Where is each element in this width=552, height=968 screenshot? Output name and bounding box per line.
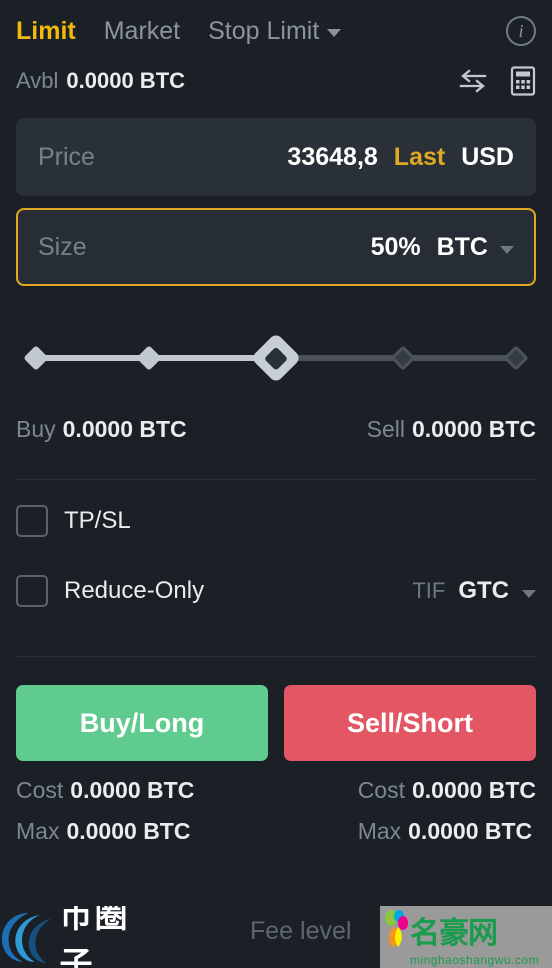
buy-amount-label: Buy — [16, 416, 56, 442]
price-currency: USD — [461, 142, 514, 171]
size-input-field[interactable]: Size 50% BTC — [16, 208, 536, 286]
available-balance-row: Avbl 0.0000 BTC — [16, 56, 536, 106]
tif-value: GTC — [458, 577, 509, 604]
buy-long-button[interactable]: Buy/Long — [16, 685, 268, 761]
slider-mark-75[interactable] — [390, 345, 416, 371]
colorful-leaf-icon — [385, 909, 408, 948]
watermark-left: 币圈子 — [0, 906, 160, 968]
sell-max-value: 0.0000 BTC — [408, 818, 533, 844]
tpsl-label: TP/SL — [64, 507, 131, 534]
chevron-down-icon[interactable] — [500, 245, 514, 254]
available-balance-value: 0.0000 BTC — [66, 68, 186, 93]
slider-mark-25[interactable] — [136, 345, 162, 371]
price-field-right: 33648,8 Last USD — [287, 143, 514, 172]
tab-stop-limit[interactable]: Stop Limit — [208, 16, 342, 46]
sell-summary: Cost 0.0000 BTC Max 0.0000 BTC — [358, 777, 536, 845]
chevron-down-icon — [327, 29, 342, 37]
buy-max-label: Max — [16, 818, 60, 844]
watermark-right-url: minghaoshangwu.com — [410, 952, 540, 967]
tif-label: TIF — [412, 578, 446, 603]
watermark-right: 名豪网 minghaoshangwu.com — [380, 906, 552, 968]
spiral-logo-icon — [1, 913, 52, 963]
price-value: 33648,8 — [287, 142, 378, 171]
buy-summary: Cost 0.0000 BTC Max 0.0000 BTC — [16, 777, 194, 845]
sell-cost-label: Cost — [357, 777, 405, 803]
transfer-arrows-icon[interactable] — [458, 69, 488, 93]
balance-actions — [458, 66, 536, 96]
sell-short-button[interactable]: Sell/Short — [284, 685, 536, 761]
buy-cost-value: 0.0000 BTC — [70, 777, 195, 803]
divider-top — [16, 479, 536, 480]
watermark-right-top: 名豪网 — [384, 908, 552, 952]
divider-bottom — [16, 656, 536, 657]
buy-amount: Buy 0.0000 BTC — [16, 416, 187, 443]
size-unit[interactable]: BTC — [437, 233, 488, 262]
slider-track-fill — [36, 355, 290, 361]
price-label: Price — [38, 142, 95, 171]
sell-amount: Sell 0.0000 BTC — [367, 416, 536, 443]
order-entry-panel: Limit Market Stop Limit i Avbl 0.0000 BT… — [0, 0, 552, 968]
size-label: Size — [38, 232, 87, 261]
sell-amount-label: Sell — [366, 416, 405, 442]
order-type-tabs: Limit Market Stop Limit i — [16, 0, 536, 56]
tab-limit[interactable]: Limit — [16, 17, 76, 46]
size-value: 50% — [370, 232, 421, 261]
size-percent-slider[interactable] — [22, 332, 530, 384]
tab-stop-limit-label: Stop Limit — [208, 16, 320, 45]
sell-max-label: Max — [357, 818, 402, 844]
order-action-buttons: Buy/Long Sell/Short — [16, 685, 536, 761]
price-last-button[interactable]: Last — [394, 143, 445, 172]
buy-cost-item: Cost 0.0000 BTC — [16, 777, 194, 804]
reduce-only-label: Reduce-Only — [64, 577, 205, 604]
sell-amount-value: 0.0000 BTC — [411, 416, 536, 442]
watermark-left-text: 币圈子 — [59, 906, 130, 968]
tpsl-checkbox[interactable] — [16, 505, 48, 537]
price-input-field[interactable]: Price 33648,8 Last USD — [16, 118, 536, 196]
calculator-icon[interactable] — [510, 66, 536, 96]
buy-max-item: Max 0.0000 BTC — [16, 818, 194, 845]
slider-mark-100[interactable] — [503, 345, 529, 371]
sell-max-item: Max 0.0000 BTC — [358, 818, 532, 845]
reduce-only-row[interactable]: Reduce-Only TIF GTC — [16, 562, 536, 620]
tab-market[interactable]: Market — [104, 17, 180, 46]
watermark-right-text: 名豪网 — [410, 915, 498, 951]
buy-cost-label: Cost — [16, 777, 64, 803]
order-summary: Cost 0.0000 BTC Max 0.0000 BTC Cost 0.00… — [16, 777, 536, 845]
buy-amount-value: 0.0000 BTC — [62, 416, 187, 442]
chevron-down-icon — [522, 589, 536, 598]
slider-handle[interactable] — [250, 332, 302, 384]
tab-market-label: Market — [103, 16, 181, 45]
size-field-right: 50% BTC — [371, 233, 514, 262]
available-balance-label: Avbl — [16, 68, 59, 93]
fee-level-label[interactable]: Fee level — [250, 917, 351, 946]
buy-max-value: 0.0000 BTC — [66, 818, 191, 844]
slider-mark-0[interactable] — [23, 345, 49, 371]
info-circle-icon[interactable]: i — [506, 16, 536, 46]
tif-selector[interactable]: TIF GTC — [412, 577, 536, 605]
sell-cost-item: Cost 0.0000 BTC — [358, 777, 536, 804]
tpsl-row[interactable]: TP/SL — [16, 492, 536, 550]
tab-limit-label: Limit — [16, 16, 76, 45]
order-amounts-row: Buy 0.0000 BTC Sell 0.0000 BTC — [16, 416, 536, 443]
sell-cost-value: 0.0000 BTC — [411, 777, 536, 803]
reduce-only-checkbox[interactable] — [16, 575, 48, 607]
